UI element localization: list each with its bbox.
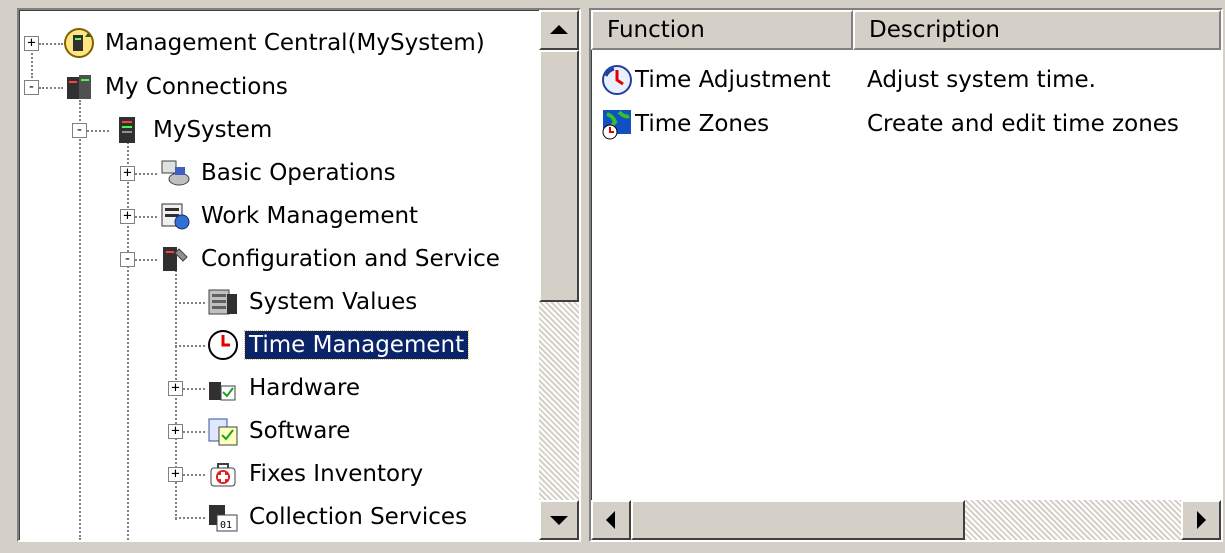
time-zones-icon [601,108,633,140]
tree-connector [39,43,63,45]
arrow-left-icon [606,511,615,529]
expand-toggle-basic-operations[interactable]: + [120,166,135,181]
basic-operations-icon [159,157,191,189]
tree-item-label: Work Management [201,203,419,229]
tree-connector [183,431,205,433]
expand-toggle-fixes-inventory[interactable]: + [168,467,183,482]
navigation-tree-pane[interactable]: + - - + + - + + + Management Central(MyS… [17,8,581,542]
tree-scroll-thumb[interactable] [539,50,579,302]
tree-item-software[interactable]: Software [207,411,354,451]
clock-icon [207,329,239,361]
expand-toggle-work-management[interactable]: + [120,209,135,224]
tree-vertical-scrollbar[interactable] [539,10,579,540]
expand-toggle-software[interactable]: + [168,424,183,439]
list-cell-function: Time Adjustment [635,67,831,93]
tree-item-configuration-service[interactable]: Configuration and Service [159,239,504,279]
tree-item-label: Time Management [243,330,470,360]
collapse-toggle-my-connections[interactable]: - [24,80,39,95]
collapse-toggle-mysystem[interactable]: - [72,123,87,138]
tree-connector [127,142,129,540]
function-list-pane[interactable]: Function Description Time Adjustment Adj… [589,8,1223,542]
column-header-label: Function [607,17,705,43]
list-header: Function Description [591,10,1221,50]
list-cell-description: Adjust system time. [867,67,1096,93]
list-row-time-zones[interactable]: Time Zones Create and edit time zones [591,102,1179,146]
tree-item-management-central[interactable]: Management Central(MySystem) [63,23,489,63]
collection-services-icon: 01 [207,501,239,533]
tree-item-mysystem[interactable]: MySystem [111,110,276,150]
arrow-up-icon [550,25,568,34]
scroll-left-button[interactable] [591,500,631,540]
tree-connector [135,173,157,175]
time-adjustment-icon [601,64,633,96]
scroll-up-button[interactable] [539,10,579,50]
tree-item-system-values[interactable]: System Values [207,282,421,322]
expand-toggle-hardware[interactable]: + [168,381,183,396]
expand-toggle-management-central[interactable]: + [24,36,39,51]
tree-item-label: Hardware [249,375,361,401]
tree-item-label: Fixes Inventory [249,461,424,487]
collapse-toggle-configuration-service[interactable]: - [120,252,135,267]
svg-text:01: 01 [220,520,232,531]
list-row-time-adjustment[interactable]: Time Adjustment Adjust system time. [591,58,1096,102]
tree-connector [39,87,63,89]
tree-item-collection-services[interactable]: 01 Collection Services [207,497,471,537]
system-icon [111,114,143,146]
arrow-right-icon [1197,511,1206,529]
tree-connector [135,259,157,261]
tree-item-label: Software [249,418,351,444]
column-header-function[interactable]: Function [591,10,853,50]
column-header-label: Description [869,17,1000,43]
list-cell-function: Time Zones [635,111,770,137]
scroll-down-button[interactable] [539,500,579,540]
software-icon [207,415,239,447]
tree-item-work-management[interactable]: Work Management [159,196,422,236]
tree-item-basic-operations[interactable]: Basic Operations [159,153,400,193]
tree-item-time-management[interactable]: Time Management [207,325,470,365]
tree-connector [87,130,109,132]
tree-item-label: Configuration and Service [201,246,500,272]
tree-item-hardware[interactable]: Hardware [207,368,364,408]
column-header-description[interactable]: Description [853,10,1221,50]
tree-connector [183,474,205,476]
list-cell-description: Create and edit time zones [867,111,1179,137]
tree-item-my-connections[interactable]: My Connections [63,67,292,107]
tree-item-label: My Connections [105,74,288,100]
arrow-down-icon [550,516,568,525]
tree-item-label: Management Central(MySystem) [105,30,485,56]
management-central-icon [63,27,95,59]
tree-item-label: Basic Operations [201,160,396,186]
tree-connector [175,517,205,519]
tree-connector [183,388,205,390]
tree-item-fixes-inventory[interactable]: Fixes Inventory [207,454,427,494]
tree-item-label: System Values [249,289,418,315]
tree-connector [135,216,157,218]
scroll-right-button[interactable] [1181,500,1221,540]
system-values-icon [207,286,239,318]
configuration-service-icon [159,243,191,275]
work-management-icon [159,200,191,232]
tree-item-label: Collection Services [249,504,468,530]
tree-connector [79,100,81,540]
list-scroll-thumb[interactable] [631,500,965,540]
tree-connector [175,345,205,347]
hardware-icon [207,372,239,404]
navigation-tree: + - - + + - + + + Management Central(MyS… [19,10,535,540]
fixes-inventory-icon [207,458,239,490]
list-horizontal-scrollbar[interactable] [591,500,1221,540]
tree-connector [175,302,205,304]
tree-item-label: MySystem [153,117,273,143]
connections-icon [63,71,95,103]
